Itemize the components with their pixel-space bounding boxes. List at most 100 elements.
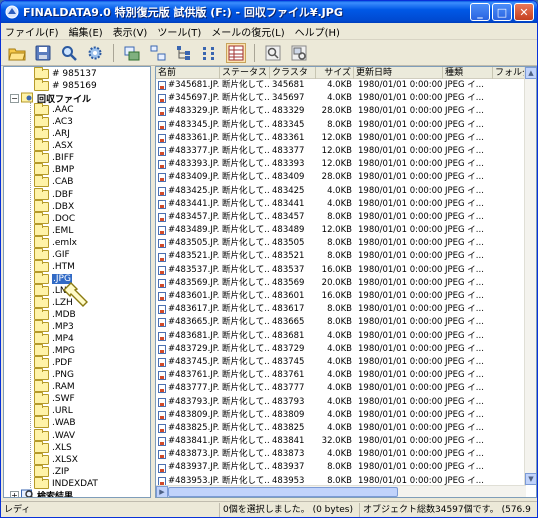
tree-item[interactable]: .WAV (34, 428, 76, 442)
jpeg-file-icon (158, 384, 166, 394)
table-row[interactable]: #483409.JP... 断片化して... 483409 28.0KB 1980/01… (156, 171, 526, 184)
table-row[interactable]: #483329.JP... 断片化して... 483329 28.0KB 1980/01… (156, 105, 526, 118)
horizontal-scroll-thumb[interactable] (168, 487, 398, 497)
tree-item[interactable]: .WAB (34, 416, 76, 429)
table-row[interactable]: #483505.JP... 断片化して... 483505 8.0KB 1980/01/… (156, 237, 526, 250)
tree-item[interactable]: .XLS (34, 440, 72, 454)
column-header-size[interactable]: サイズ (316, 67, 354, 79)
tree-item[interactable]: INDEXDAT (34, 476, 98, 490)
settings-button[interactable] (85, 43, 105, 63)
menu-tools[interactable]: ツール(T) (157, 24, 201, 39)
table-row[interactable]: #483441.JP... 断片化して... 483441 4.0KB 1980/01/… (156, 198, 526, 211)
table-row[interactable]: #483601.JP... 断片化して... 483601 16.0KB 1980/01… (156, 290, 526, 303)
tree-item-label: # 985137 (52, 69, 97, 79)
table-row[interactable]: #345681.JP... 断片化して... 345681 4.0KB 1980/01/… (156, 79, 526, 92)
folder-cell (493, 396, 526, 409)
table-row[interactable]: #483569.JP... 断片化して... 483569 20.0KB 1980/01… (156, 277, 526, 290)
menu-help[interactable]: ヘルプ(H) (295, 24, 340, 39)
tree-item[interactable]: + 検索結果 (10, 489, 73, 497)
tree-item[interactable]: .DBX (34, 199, 74, 213)
cluster-cell: 483809 (272, 409, 305, 420)
title-bar[interactable]: FINALDATA9.0 特別復元版 試供版 (F:) - 回収ファイル¥.JP… (1, 1, 537, 23)
tree-item[interactable]: .GIF (34, 247, 70, 261)
table-row[interactable]: #345697.JP... 断片化して... 345697 4.0KB 1980/01/… (156, 92, 526, 105)
view-details-button[interactable] (226, 42, 246, 63)
menu-file[interactable]: ファイル(F) (5, 24, 59, 39)
vertical-scrollbar[interactable]: ▲ ▼ (524, 67, 536, 485)
find-button[interactable] (263, 43, 283, 63)
file-list[interactable]: 名前 ステータス クラスタ サイズ 更新日時 種類 フォルダ #345681.J… (155, 66, 537, 498)
status-object-count: オブジェクト総数34597個です。 (576.9 (359, 502, 537, 517)
tree-item[interactable]: # 985137 (34, 67, 97, 80)
minimize-button[interactable]: _ (470, 3, 490, 21)
table-row[interactable]: #483537.JP... 断片化して... 483537 16.0KB 1980/01… (156, 264, 526, 277)
horizontal-scrollbar[interactable]: ◀ ▶ (156, 485, 526, 497)
preview-button[interactable] (289, 43, 309, 63)
tree-item-label: .WAV (52, 430, 76, 441)
view-small-icons-button[interactable] (148, 43, 168, 63)
table-row[interactable]: #483489.JP... 断片化して... 483489 12.0KB 1980/01… (156, 224, 526, 237)
jpeg-file-icon (158, 397, 166, 407)
scroll-down-arrow[interactable]: ▼ (525, 473, 536, 485)
close-button[interactable]: ✕ (514, 3, 534, 21)
table-row[interactable]: #483825.JP... 断片化して... 483825 4.0KB 1980/01/… (156, 422, 526, 435)
tree-item[interactable]: .DBF (34, 187, 73, 201)
column-header-type[interactable]: 種類 (443, 67, 493, 79)
cluster-cell: 483729 (272, 343, 305, 354)
table-row[interactable]: #483393.JP... 断片化して... 483393 12.0KB 1980/01… (156, 158, 526, 171)
tree-item[interactable]: − 回収ファイル (10, 92, 91, 105)
table-row[interactable]: #483841.JP... 断片化して... 483841 32.0KB 1980/01… (156, 435, 526, 448)
table-row[interactable]: #483729.JP... 断片化して... 483729 4.0KB 1980/01/… (156, 343, 526, 356)
collapse-toggle-icon[interactable]: − (10, 93, 19, 103)
tree-item[interactable]: # 985169 (34, 79, 97, 92)
type-cell: JPEG イ... (445, 93, 484, 104)
tree-item[interactable]: .XLSX (34, 452, 78, 466)
file-name-text: #483345.JP... (168, 119, 220, 130)
open-folder-button[interactable] (7, 43, 27, 63)
view-large-icons-button[interactable] (122, 43, 142, 63)
file-name-text: #483441.JP... (168, 198, 220, 209)
table-row[interactable]: #483425.JP... 断片化して... 483425 4.0KB 1980/01/… (156, 185, 526, 198)
table-row[interactable]: #483457.JP... 断片化して... 483457 8.0KB 1980/01/… (156, 211, 526, 224)
expand-toggle-icon[interactable]: + (10, 491, 19, 497)
tree-item[interactable]: .HTM (34, 259, 75, 273)
save-button[interactable] (33, 43, 53, 63)
table-row[interactable]: #483377.JP... 断片化して... 483377 12.0KB 1980/01… (156, 145, 526, 158)
table-row[interactable]: #483665.JP... 断片化して... 483665 8.0KB 1980/01/… (156, 316, 526, 329)
table-row[interactable]: #483761.JP... 断片化して... 483761 4.0KB 1980/01/… (156, 369, 526, 382)
scroll-up-arrow[interactable]: ▲ (525, 67, 536, 79)
tree-view-button[interactable] (174, 43, 194, 63)
column-header-modified[interactable]: 更新日時 (354, 67, 443, 79)
table-row[interactable]: #483937.JP... 断片化して... 483937 8.0KB 1980/01/… (156, 461, 526, 474)
tree-item[interactable]: .DOC (34, 211, 75, 225)
column-header-name[interactable]: 名前 (156, 67, 220, 79)
table-row[interactable]: #483521.JP... 断片化して... 483521 8.0KB 1980/01/… (156, 250, 526, 263)
folder-icon (34, 259, 49, 272)
table-row[interactable]: #483793.JP... 断片化して... 483793 4.0KB 1980/01/… (156, 396, 526, 409)
tree-item[interactable]: .EML (34, 223, 73, 237)
scroll-right-arrow[interactable]: ▶ (156, 486, 168, 497)
jpeg-file-icon (158, 239, 166, 249)
table-row[interactable]: #483809.JP... 断片化して... 483809 4.0KB 1980/01/… (156, 409, 526, 422)
file-name-cell: #483809.JP... (156, 409, 220, 422)
column-header-folder[interactable]: フォルダ (493, 67, 526, 79)
menu-view[interactable]: 表示(V) (113, 24, 148, 39)
tree-item[interactable]: .CAB (34, 175, 73, 188)
tree-item[interactable]: .ZIP (34, 464, 69, 478)
table-row[interactable]: #483873.JP... 断片化して... 483873 4.0KB 1980/01/… (156, 448, 526, 461)
table-row[interactable]: #483617.JP... 断片化して... 483617 8.0KB 1980/01/… (156, 303, 526, 316)
search-button[interactable] (59, 43, 79, 63)
type-cell: JPEG イ... (445, 277, 484, 288)
table-row[interactable]: #483745.JP... 断片化して... 483745 4.0KB 1980/01/… (156, 356, 526, 369)
view-list-button[interactable] (200, 43, 220, 63)
column-header-status[interactable]: ステータス (220, 67, 270, 79)
table-row[interactable]: #483361.JP... 断片化して... 483361 12.0KB 1980/01… (156, 132, 526, 145)
menu-mail-recovery[interactable]: メールの復元(L) (211, 24, 284, 39)
table-row[interactable]: #483777.JP... 断片化して... 483777 4.0KB 1980/01/… (156, 382, 526, 395)
table-row[interactable]: #483681.JP... 断片化して... 483681 4.0KB 1980/01/… (156, 330, 526, 343)
maximize-button[interactable]: □ (492, 3, 512, 21)
menu-edit[interactable]: 編集(E) (69, 24, 103, 39)
tree-item[interactable]: .emlx (34, 235, 77, 249)
column-header-cluster[interactable]: クラスタ (270, 67, 316, 79)
table-row[interactable]: #483345.JP... 断片化して... 483345 8.0KB 1980/01/… (156, 119, 526, 132)
